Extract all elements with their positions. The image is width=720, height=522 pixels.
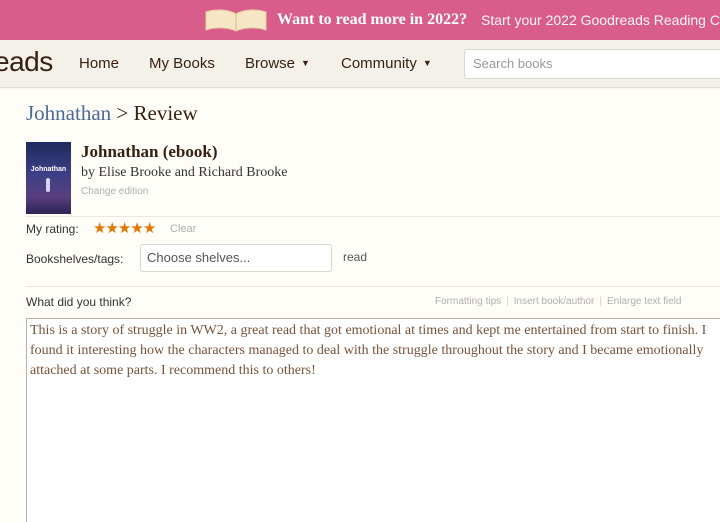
star-icon[interactable]: ★ (118, 220, 131, 237)
nav-community[interactable]: Community ▼ (341, 55, 432, 72)
nav-community-label: Community (341, 55, 417, 72)
divider (26, 286, 720, 287)
book-title[interactable]: Johnathan (ebook) (81, 142, 218, 162)
site-header: eads Home My Books Browse ▼ Community ▼ Se… (0, 40, 720, 88)
star-icon[interactable]: ★ (93, 220, 106, 237)
review-textarea[interactable]: This is a story of struggle in WW2, a gr… (26, 318, 720, 522)
star-icon[interactable]: ★ (143, 220, 156, 237)
breadcrumb-current: Review (133, 101, 198, 125)
book-cover-title: Johnathan (30, 166, 67, 173)
shelf-tag-read[interactable]: read (343, 250, 367, 264)
nav-browse[interactable]: Browse ▼ (245, 55, 310, 72)
breadcrumb-book-link[interactable]: Johnathan (26, 101, 111, 125)
rating-label: My rating: (26, 222, 79, 236)
review-tools: Formatting tips | Insert book/author | Enlar… (435, 296, 682, 307)
shelves-select[interactable]: Choose shelves... (140, 244, 332, 272)
bookshelves-label: Bookshelves/tags: (26, 252, 124, 266)
breadcrumb-separator: > (111, 101, 134, 125)
change-edition-link[interactable]: Change edition (81, 186, 148, 197)
open-book-icon (205, 9, 267, 32)
cover-figure-icon (46, 178, 50, 192)
book-authors: by Elise Brooke and Richard Brooke (81, 165, 287, 181)
chevron-down-icon: ▼ (301, 58, 310, 68)
star-icon[interactable]: ★ (105, 220, 118, 237)
nav-my-books[interactable]: My Books (149, 55, 215, 72)
promo-subtitle[interactable]: Start your 2022 Goodreads Reading Challe… (481, 12, 720, 28)
by-prefix: by (81, 165, 99, 180)
nav-home[interactable]: Home (79, 55, 119, 72)
book-cover[interactable]: Johnathan (26, 142, 71, 214)
chevron-down-icon: ▼ (422, 58, 432, 68)
formatting-tips-link[interactable]: Formatting tips (435, 296, 501, 307)
divider (26, 216, 720, 217)
nav-browse-label: Browse (245, 55, 296, 72)
star-rating[interactable]: ★★★★★ (93, 219, 156, 238)
author-link[interactable]: Elise Brooke and Richard Brooke (99, 165, 288, 180)
star-icon[interactable]: ★ (130, 220, 143, 237)
review-page: Johnathan > Review Johnathan Johnathan (… (0, 89, 720, 522)
promo-banner[interactable]: Want to read more in 2022? Start your 20… (0, 0, 720, 40)
clear-rating-link[interactable]: Clear (170, 223, 196, 235)
review-label: What did you think? (26, 295, 132, 309)
goodreads-logo[interactable]: eads (0, 46, 53, 78)
insert-book-author-link[interactable]: Insert book/author (514, 296, 595, 307)
page-title: Johnathan > Review (26, 101, 198, 126)
search-input[interactable]: Search books (464, 49, 720, 79)
enlarge-text-field-link[interactable]: Enlarge text field (607, 296, 682, 307)
promo-title[interactable]: Want to read more in 2022? (277, 11, 467, 29)
